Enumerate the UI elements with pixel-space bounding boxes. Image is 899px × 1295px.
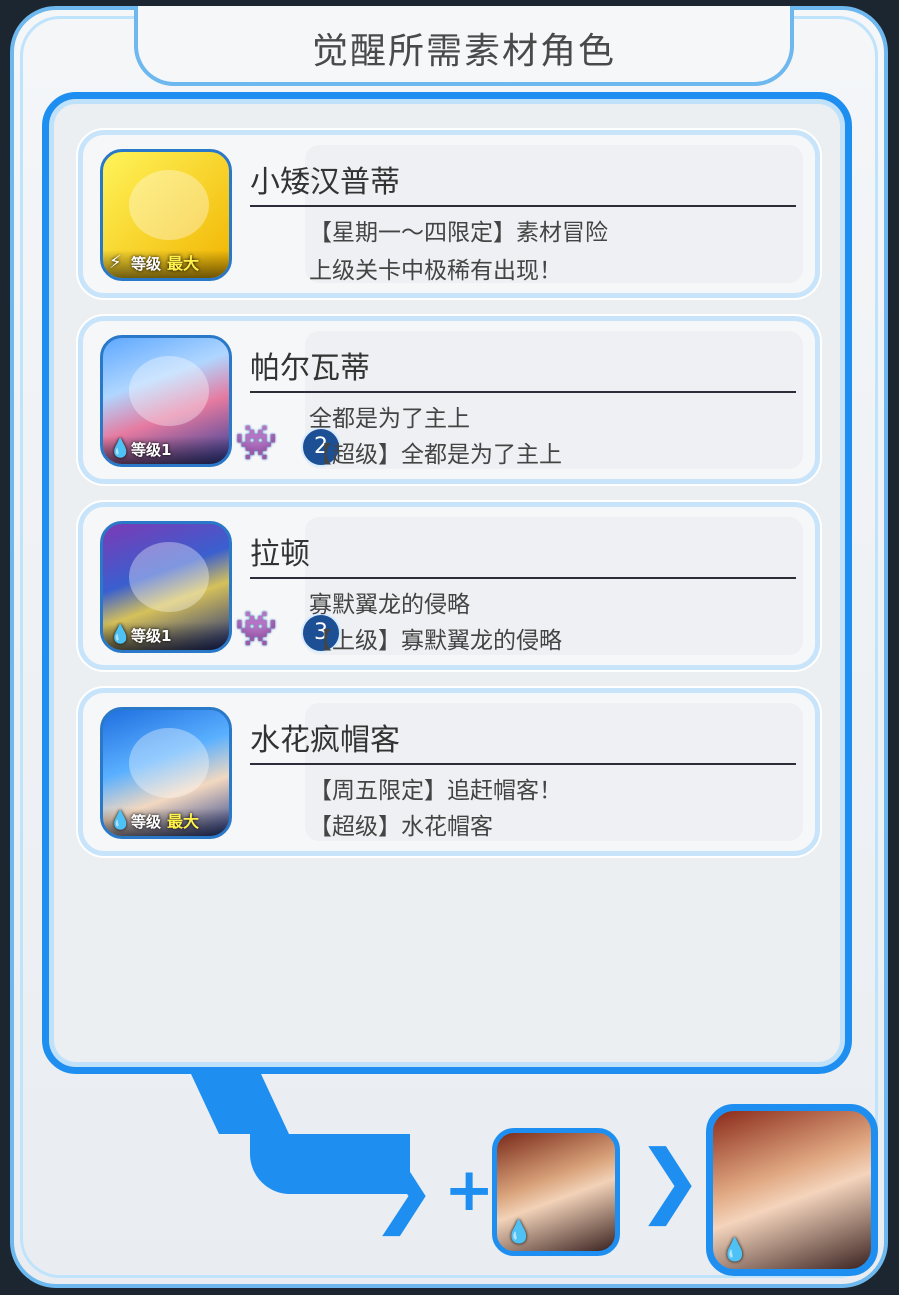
arrow-right-icon: ❯ — [636, 1133, 704, 1226]
water-drop-icon: 💧 — [505, 1220, 533, 1245]
quest-line-2: 【超级】水花帽客 — [309, 814, 493, 840]
plus-icon: + — [444, 1155, 495, 1225]
awaken-material-portrait[interactable]: 💧 — [492, 1128, 620, 1256]
character-portrait[interactable]: 💧 等级1 — [100, 335, 232, 467]
material-card[interactable]: 💧 等级1 👾 3 拉顿 寡默翼龙的侵略 【上级】寡默翼龙的侵略 — [78, 502, 820, 670]
character-portrait[interactable]: 💧 等级1 — [100, 521, 232, 653]
character-name: 水花疯帽客 — [250, 715, 796, 765]
awakened-result-portrait[interactable]: 💧 — [706, 1104, 878, 1276]
quest-line-2: 【上级】寡默翼龙的侵略 — [309, 628, 562, 654]
title-tab: 觉醒所需素材角色 — [134, 6, 794, 86]
character-portrait[interactable]: ⚡ 等级 最大 — [100, 149, 232, 281]
water-drop-icon: 💧 — [109, 624, 132, 645]
material-card[interactable]: ⚡ 等级 最大 小矮汉普蒂 【星期一～四限定】素材冒险 上级关卡中极稀有出现！ — [78, 130, 820, 298]
water-drop-icon: 💧 — [721, 1238, 749, 1263]
level-label: 等级 — [131, 813, 162, 831]
level-value: 1 — [161, 441, 172, 459]
quest-line-2: 【超级】全都是为了主上 — [309, 442, 562, 468]
dialog-title: 觉醒所需素材角色 — [311, 31, 616, 72]
character-name: 小矮汉普蒂 — [250, 157, 796, 207]
level-label: 等级 — [131, 255, 162, 273]
level-value: 最大 — [167, 254, 200, 273]
lightning-icon: ⚡ — [109, 252, 122, 273]
level-label: 等级 — [131, 441, 162, 459]
arrow-right-icon: ❯ — [370, 1143, 438, 1236]
water-drop-icon: 💧 — [109, 438, 132, 459]
quest-line-1: 【周五限定】追赶帽客！ — [309, 778, 562, 804]
quest-line-1: 寡默翼龙的侵略 — [309, 592, 470, 618]
material-card[interactable]: 💧 等级1 👾 2 帕尔瓦蒂 全都是为了主上 【超级】全都是为了主上 — [78, 316, 820, 484]
water-drop-icon: 💧 — [109, 810, 132, 831]
space-invader-icon: 👾 — [235, 609, 278, 649]
space-invader-icon: 👾 — [235, 423, 278, 463]
level-label: 等级 — [131, 627, 162, 645]
character-name: 帕尔瓦蒂 — [250, 343, 796, 393]
material-card[interactable]: 💧 等级 最大 水花疯帽客 【周五限定】追赶帽客！ 【超级】水花帽客 — [78, 688, 820, 856]
character-name: 拉顿 — [250, 529, 796, 579]
quest-line-1: 【星期一～四限定】素材冒险 — [309, 220, 608, 246]
quest-line-1: 全都是为了主上 — [309, 406, 470, 432]
level-value: 1 — [161, 627, 172, 645]
character-portrait[interactable]: 💧 等级 最大 — [100, 707, 232, 839]
quest-line-2: 上级关卡中极稀有出现！ — [309, 258, 562, 284]
level-value: 最大 — [167, 812, 200, 831]
